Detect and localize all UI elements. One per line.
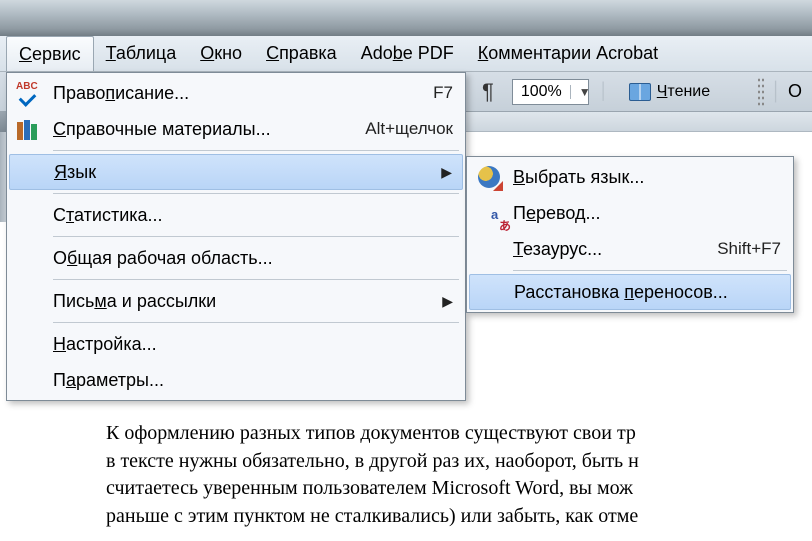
language-submenu-item-1[interactable]: Перевод... [469, 195, 791, 231]
menu-item-label: Справочные материалы... [53, 119, 271, 140]
menubar: Сервис Таблица Окно Справка Adobe PDF Ко… [0, 36, 812, 72]
reading-mode-button[interactable]: Чтение [619, 77, 720, 107]
menu-item-label: Тезаурус... [513, 239, 602, 260]
menu-item-label: Выбрать язык... [513, 167, 644, 188]
menu-shortcut: Shift+F7 [717, 239, 781, 259]
menu-item-label: Статистика... [53, 205, 163, 226]
book-icon [629, 83, 651, 101]
menu-item-label: Параметры... [53, 370, 164, 391]
menu-item-label: Общая рабочая область... [53, 248, 273, 269]
service-menu-separator [53, 236, 459, 237]
menu-help[interactable]: Справка [254, 36, 349, 71]
window-titlebar [0, 0, 812, 36]
zoom-combobox[interactable]: 100% ▼ [512, 79, 589, 105]
language-submenu-item-4[interactable]: Расстановка переносов... [469, 274, 791, 310]
pilcrow-button[interactable]: ¶ [474, 79, 502, 105]
abc-check-icon [15, 79, 43, 107]
zoom-value: 100% [513, 83, 570, 101]
menu-adobe-pdf[interactable]: Adobe PDF [349, 36, 466, 71]
menu-item-label: Расстановка переносов... [514, 282, 728, 303]
truncated-toolbar-text: О [788, 81, 802, 102]
submenu-language: Выбрать язык... Перевод... Тезаурус... Shif… [466, 156, 794, 313]
menu-item-label: Настройка... [53, 334, 157, 355]
chevron-down-icon[interactable]: ▼ [570, 85, 588, 99]
language-submenu-item-0[interactable]: Выбрать язык... [469, 159, 791, 195]
language-submenu-separator [513, 270, 787, 271]
menu-item-label: Язык [54, 162, 96, 183]
menu-service[interactable]: Сервис [6, 36, 94, 71]
menu-window[interactable]: Окно [188, 36, 254, 71]
service-menu-separator [53, 150, 459, 151]
service-menu-item-3[interactable]: Язык ▶ [9, 154, 463, 190]
menu-item-label: Перевод... [513, 203, 600, 224]
menu-item-label: Письма и рассылки [53, 291, 216, 312]
books-icon [15, 115, 43, 143]
service-menu-separator [53, 322, 459, 323]
language-submenu-item-2[interactable]: Тезаурус... Shift+F7 [469, 231, 791, 267]
service-menu-item-0[interactable]: Правописание... F7 [9, 75, 463, 111]
service-menu-separator [53, 193, 459, 194]
service-menu-item-12[interactable]: Параметры... [9, 362, 463, 398]
chevron-right-icon: ▶ [442, 293, 453, 310]
service-menu-item-11[interactable]: Настройка... [9, 326, 463, 362]
menu-shortcut: Alt+щелчок [365, 119, 453, 139]
service-menu-separator [53, 279, 459, 280]
globe-brush-icon [475, 163, 503, 191]
document-body[interactable]: К оформлению разных типов документов сущ… [106, 420, 812, 530]
chevron-right-icon: ▶ [441, 164, 452, 181]
toolbar-grip-icon[interactable] [757, 77, 765, 107]
service-menu-item-1[interactable]: Справочные материалы... Alt+щелчок [9, 111, 463, 147]
menu-item-label: Правописание... [53, 83, 189, 104]
menu-service-dropdown: Правописание... F7 Справочные материалы...… [6, 72, 466, 401]
service-menu-item-9[interactable]: Письма и рассылки ▶ [9, 283, 463, 319]
service-menu-item-7[interactable]: Общая рабочая область... [9, 240, 463, 276]
trans-icon [475, 199, 503, 227]
service-menu-item-5[interactable]: Статистика... [9, 197, 463, 233]
menu-shortcut: F7 [433, 83, 453, 103]
menu-table[interactable]: Таблица [94, 36, 189, 71]
menu-acrobat-comments[interactable]: Комментарии Acrobat [466, 36, 670, 71]
